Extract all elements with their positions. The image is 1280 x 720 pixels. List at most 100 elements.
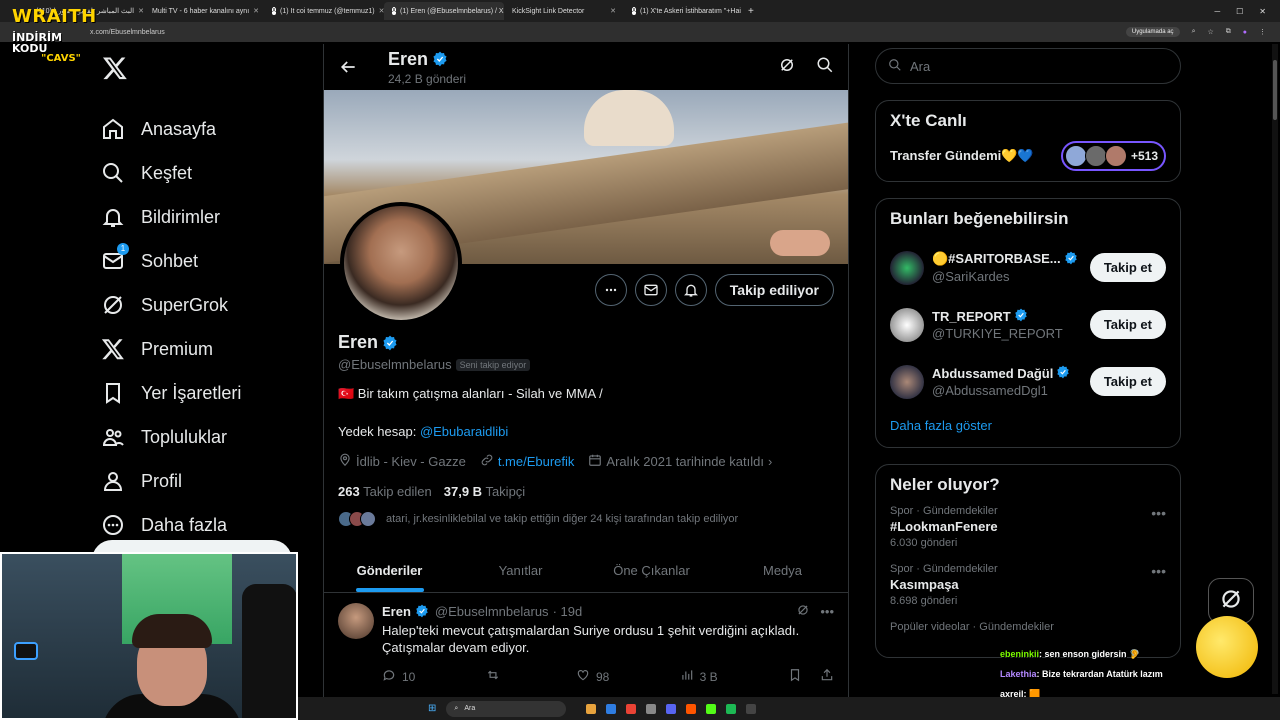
- suggestion-row[interactable]: 🟡#SARITORBASE... @SariKardes Takip et: [890, 239, 1166, 296]
- kick-icon[interactable]: [706, 703, 717, 714]
- nav-label: Bildirimler: [141, 206, 221, 227]
- nav-item-home[interactable]: Anasayfa: [96, 107, 316, 151]
- nav-item-bookmarks[interactable]: Yer İşaretleri: [96, 371, 316, 415]
- more-dots-icon[interactable]: •••: [820, 604, 834, 619]
- close-window-icon[interactable]: ✕: [1259, 7, 1266, 16]
- suggestion-avatar[interactable]: [890, 307, 924, 342]
- browser-tab-active[interactable]: X (1) Eren (@Ebuselmnbelarus) / X ✕: [384, 2, 504, 20]
- following-stat[interactable]: 263 Takip edilen: [338, 484, 432, 499]
- live-listeners-pill[interactable]: +513: [1060, 141, 1166, 171]
- profile-joined-date: Aralık 2021 tarihinde katıldı: [606, 454, 764, 469]
- profile-website-link[interactable]: t.me/Eburefik: [498, 454, 575, 469]
- open-in-app-button[interactable]: Uygulamada aç: [1125, 27, 1180, 37]
- search-input[interactable]: Ara: [875, 48, 1181, 84]
- nav-item-profile[interactable]: Profil: [96, 459, 316, 503]
- browser-tab[interactable]: KickSight Link Detector ✕: [504, 2, 624, 20]
- tab-media[interactable]: Medya: [717, 549, 848, 592]
- extensions-icon[interactable]: ⧉: [1226, 28, 1231, 36]
- followers-stat[interactable]: 37,9 B Takipçi: [444, 484, 525, 499]
- nav-item-explore[interactable]: Keşfet: [96, 151, 316, 195]
- windows-start-icon[interactable]: ⊞: [428, 703, 436, 714]
- tweet[interactable]: Eren @Ebuselmnbelarus · 19d ••• Halep'te…: [324, 593, 848, 695]
- tweet-time[interactable]: · 19d: [553, 604, 583, 619]
- message-button[interactable]: [634, 274, 667, 306]
- follow-button[interactable]: Takip et: [1089, 367, 1166, 396]
- tab-posts[interactable]: Gönderiler: [324, 549, 455, 592]
- suggestion-row[interactable]: TR_REPORT @TURKIYE_REPORT Takip et: [890, 296, 1166, 353]
- spotify-icon[interactable]: [726, 703, 737, 714]
- tweet-author-handle[interactable]: @Ebuselmnbelarus: [435, 604, 549, 619]
- minimize-icon[interactable]: ─: [1214, 7, 1220, 16]
- views-button[interactable]: 3 B: [680, 668, 718, 685]
- more-dots-icon[interactable]: •••: [1151, 563, 1166, 579]
- nav-item-chat[interactable]: 1 Sohbet: [96, 239, 316, 283]
- like-button[interactable]: 98: [576, 668, 609, 685]
- browser-tab[interactable]: X (1) It coi temmuz (@temmuz1) ✕: [264, 2, 384, 20]
- taskbar-search[interactable]: ⌕ Ara: [446, 700, 567, 717]
- suggestion-row[interactable]: Abdussamed Dağül @AbdussamedDgl1 Takip e…: [890, 353, 1166, 410]
- obs-icon[interactable]: [746, 703, 757, 714]
- live-space-row[interactable]: Transfer Gündemi💛💙 +513: [890, 141, 1166, 171]
- app-icon[interactable]: [686, 703, 697, 714]
- suggestion-avatar[interactable]: [890, 250, 924, 285]
- menu-icon[interactable]: ⋮: [1259, 28, 1266, 36]
- follow-button[interactable]: Takip et: [1089, 310, 1166, 339]
- search-icon[interactable]: [816, 56, 834, 79]
- show-more-link[interactable]: Daha fazla göster: [890, 410, 1166, 437]
- nav-label: Topluluklar: [141, 426, 228, 447]
- suggestion-avatar[interactable]: [890, 364, 924, 399]
- known-followers-text: atari, jr.kesinliklebilal ve takip ettiğ…: [386, 513, 739, 525]
- star-icon[interactable]: ☆: [1207, 28, 1213, 36]
- maximize-icon[interactable]: ☐: [1236, 7, 1243, 16]
- edge-icon[interactable]: [606, 703, 617, 714]
- nav-item-communities[interactable]: Topluluklar: [96, 415, 316, 459]
- verified-badge-icon[interactable]: [382, 335, 398, 351]
- trend-item[interactable]: Spor · Gündemdekiler Kasımpaşa 8.698 gön…: [890, 563, 1166, 607]
- tweet-author-name[interactable]: Eren: [382, 604, 411, 619]
- profile-avatar-icon[interactable]: ●: [1243, 29, 1247, 36]
- suggestion-handle: @AbdussamedDgl1: [932, 383, 1048, 398]
- share-icon[interactable]: [820, 668, 834, 685]
- taskbar-search-placeholder: Ara: [464, 705, 476, 712]
- chevron-right-icon[interactable]: ›: [768, 454, 772, 469]
- file-explorer-icon[interactable]: [586, 703, 597, 714]
- bookmark-icon[interactable]: [788, 668, 802, 685]
- trend-item[interactable]: Spor · Gündemdekiler #LookmanFenere 6.03…: [890, 505, 1166, 549]
- trend-item[interactable]: Popüler videolar · Gündemdekiler: [890, 621, 1166, 633]
- url-field[interactable]: x.com/Ebuselmnbelarus: [90, 29, 165, 36]
- grok-icon[interactable]: [796, 603, 810, 620]
- page-scrollbar[interactable]: [1272, 44, 1278, 694]
- verified-badge-icon: [432, 51, 448, 67]
- following-button[interactable]: Takip ediliyor: [714, 274, 834, 306]
- backup-account-link[interactable]: @Ebubaraidlibi: [420, 424, 508, 439]
- reply-button[interactable]: 10: [382, 668, 415, 685]
- profile-avatar[interactable]: [340, 202, 462, 324]
- tab-replies[interactable]: Yanıtlar: [455, 549, 586, 592]
- chrome-icon[interactable]: [626, 703, 637, 714]
- tab-highlights[interactable]: Öne Çıkanlar: [586, 549, 717, 592]
- new-tab-icon[interactable]: +: [748, 6, 754, 17]
- back-arrow-icon[interactable]: [338, 57, 358, 77]
- retweet-button[interactable]: [486, 668, 506, 685]
- stream-overlay-logo: WRAITH İNDİRİM KODU "CAVS": [12, 8, 98, 64]
- known-followers[interactable]: atari, jr.kesinliklebilal ve takip ettiğ…: [338, 511, 834, 527]
- x-logo-icon[interactable]: [102, 55, 130, 83]
- nav-item-premium[interactable]: Premium: [96, 327, 316, 371]
- browser-tab[interactable]: X (1) X'te Askeri İstihbaratım "+Hai ✕: [624, 2, 744, 20]
- scrollbar-thumb[interactable]: [1273, 60, 1277, 120]
- nav-item-notifications[interactable]: Bildirimler: [96, 195, 316, 239]
- tweet-avatar[interactable]: [338, 603, 374, 639]
- more-dots-icon[interactable]: •••: [1151, 505, 1166, 521]
- notify-bell-button[interactable]: [674, 274, 707, 306]
- more-options-button[interactable]: [594, 274, 627, 306]
- browser-tab[interactable]: Multi TV - 6 haber kanalını aynı ✕: [144, 2, 264, 20]
- discord-icon[interactable]: [666, 703, 677, 714]
- close-icon[interactable]: ✕: [253, 7, 259, 15]
- nav-item-supergrok[interactable]: SuperGrok: [96, 283, 316, 327]
- follow-button[interactable]: Takip et: [1089, 253, 1166, 282]
- close-icon[interactable]: ✕: [610, 7, 616, 15]
- settings-icon[interactable]: [646, 703, 657, 714]
- zoom-icon[interactable]: ⌕: [1192, 28, 1196, 36]
- grok-icon[interactable]: [778, 56, 796, 79]
- verified-badge-icon: [1014, 308, 1030, 324]
